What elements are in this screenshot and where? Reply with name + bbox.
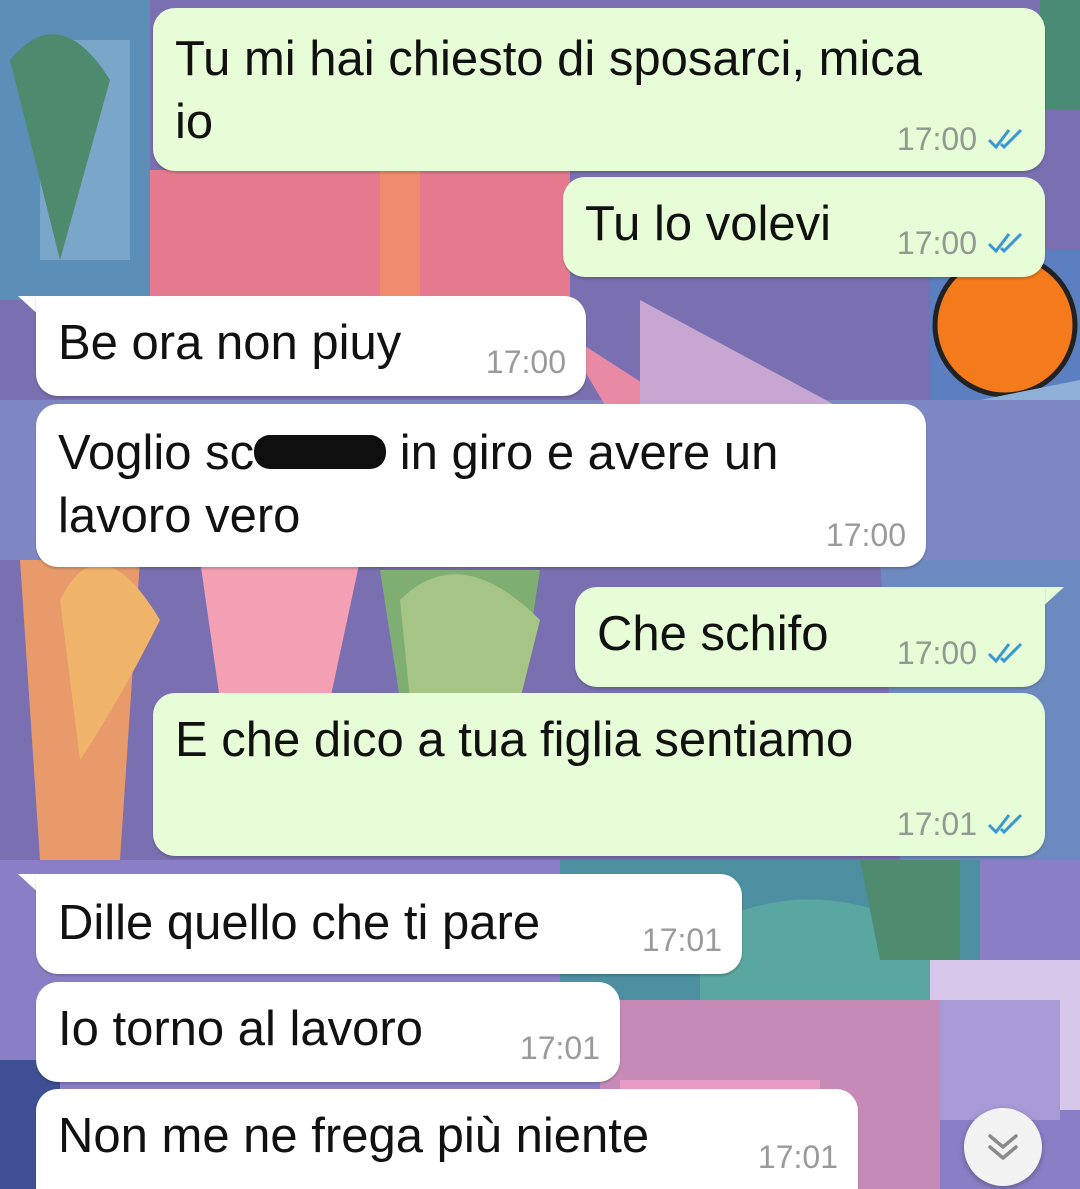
message-text: Voglio sc in giro e avere un lavoro vero bbox=[58, 426, 779, 543]
message-time: 17:00 bbox=[896, 635, 977, 671]
message-text: Tu lo volevi bbox=[585, 197, 832, 251]
message-bubble-incoming[interactable]: Io torno al lavoro 17:01 bbox=[36, 982, 620, 1082]
message-bubble-incoming[interactable]: Voglio sc in giro e avere un lavoro vero … bbox=[36, 404, 926, 567]
message-meta: 17:01 bbox=[520, 1028, 600, 1068]
message-meta: 17:00 bbox=[897, 633, 1025, 673]
message-text: Be ora non piuy bbox=[58, 316, 402, 370]
message-meta: 17:00 bbox=[486, 342, 566, 382]
double-check-icon bbox=[987, 813, 1023, 835]
message-time: 17:01 bbox=[641, 922, 722, 958]
chevron-double-down-icon bbox=[988, 1134, 1018, 1160]
message-text: Io torno al lavoro bbox=[58, 1002, 423, 1056]
double-check-icon bbox=[987, 128, 1023, 150]
redaction-mark bbox=[254, 435, 387, 470]
message-meta: 17:01 bbox=[758, 1137, 838, 1177]
double-check-icon bbox=[987, 232, 1023, 254]
message-time: 17:00 bbox=[896, 121, 977, 157]
message-bubble-outgoing[interactable]: E che dico a tua figlia sentiamo 17:01 bbox=[153, 693, 1045, 856]
message-meta: 17:00 bbox=[826, 515, 906, 555]
message-time: 17:00 bbox=[485, 344, 566, 380]
message-meta: 17:00 bbox=[897, 119, 1025, 159]
message-text: Tu mi hai chiesto di sposarci, mica io bbox=[175, 32, 923, 149]
message-meta: 17:01 bbox=[642, 920, 722, 960]
message-time: 17:01 bbox=[896, 806, 977, 842]
message-time: 17:00 bbox=[825, 517, 906, 553]
message-time: 17:01 bbox=[519, 1030, 600, 1066]
message-time: 17:00 bbox=[896, 225, 977, 261]
message-meta: 17:01 bbox=[897, 804, 1025, 844]
message-bubble-outgoing[interactable]: Che schifo 17:00 bbox=[575, 587, 1045, 687]
scroll-to-bottom-button[interactable] bbox=[964, 1108, 1042, 1186]
double-check-icon bbox=[987, 642, 1023, 664]
message-bubble-incoming[interactable]: Be ora non piuy 17:00 bbox=[36, 296, 586, 396]
message-bubble-outgoing[interactable]: Tu lo volevi 17:00 bbox=[563, 177, 1045, 277]
message-bubble-outgoing[interactable]: Tu mi hai chiesto di sposarci, mica io 17… bbox=[153, 8, 1045, 171]
message-text: Non me ne frega più niente bbox=[58, 1109, 650, 1163]
message-meta: 17:00 bbox=[897, 223, 1025, 263]
message-text: E che dico a tua figlia sentiamo bbox=[175, 713, 854, 767]
message-bubble-incoming[interactable]: Non me ne frega più niente 17:01 bbox=[36, 1089, 858, 1189]
chat-message-list[interactable]: Tu mi hai chiesto di sposarci, mica io 17… bbox=[0, 0, 1080, 1189]
message-bubble-incoming[interactable]: Dille quello che ti pare 17:01 bbox=[36, 874, 742, 974]
message-time: 17:01 bbox=[757, 1139, 838, 1175]
message-text: Che schifo bbox=[597, 607, 829, 661]
message-text: Dille quello che ti pare bbox=[58, 896, 541, 950]
